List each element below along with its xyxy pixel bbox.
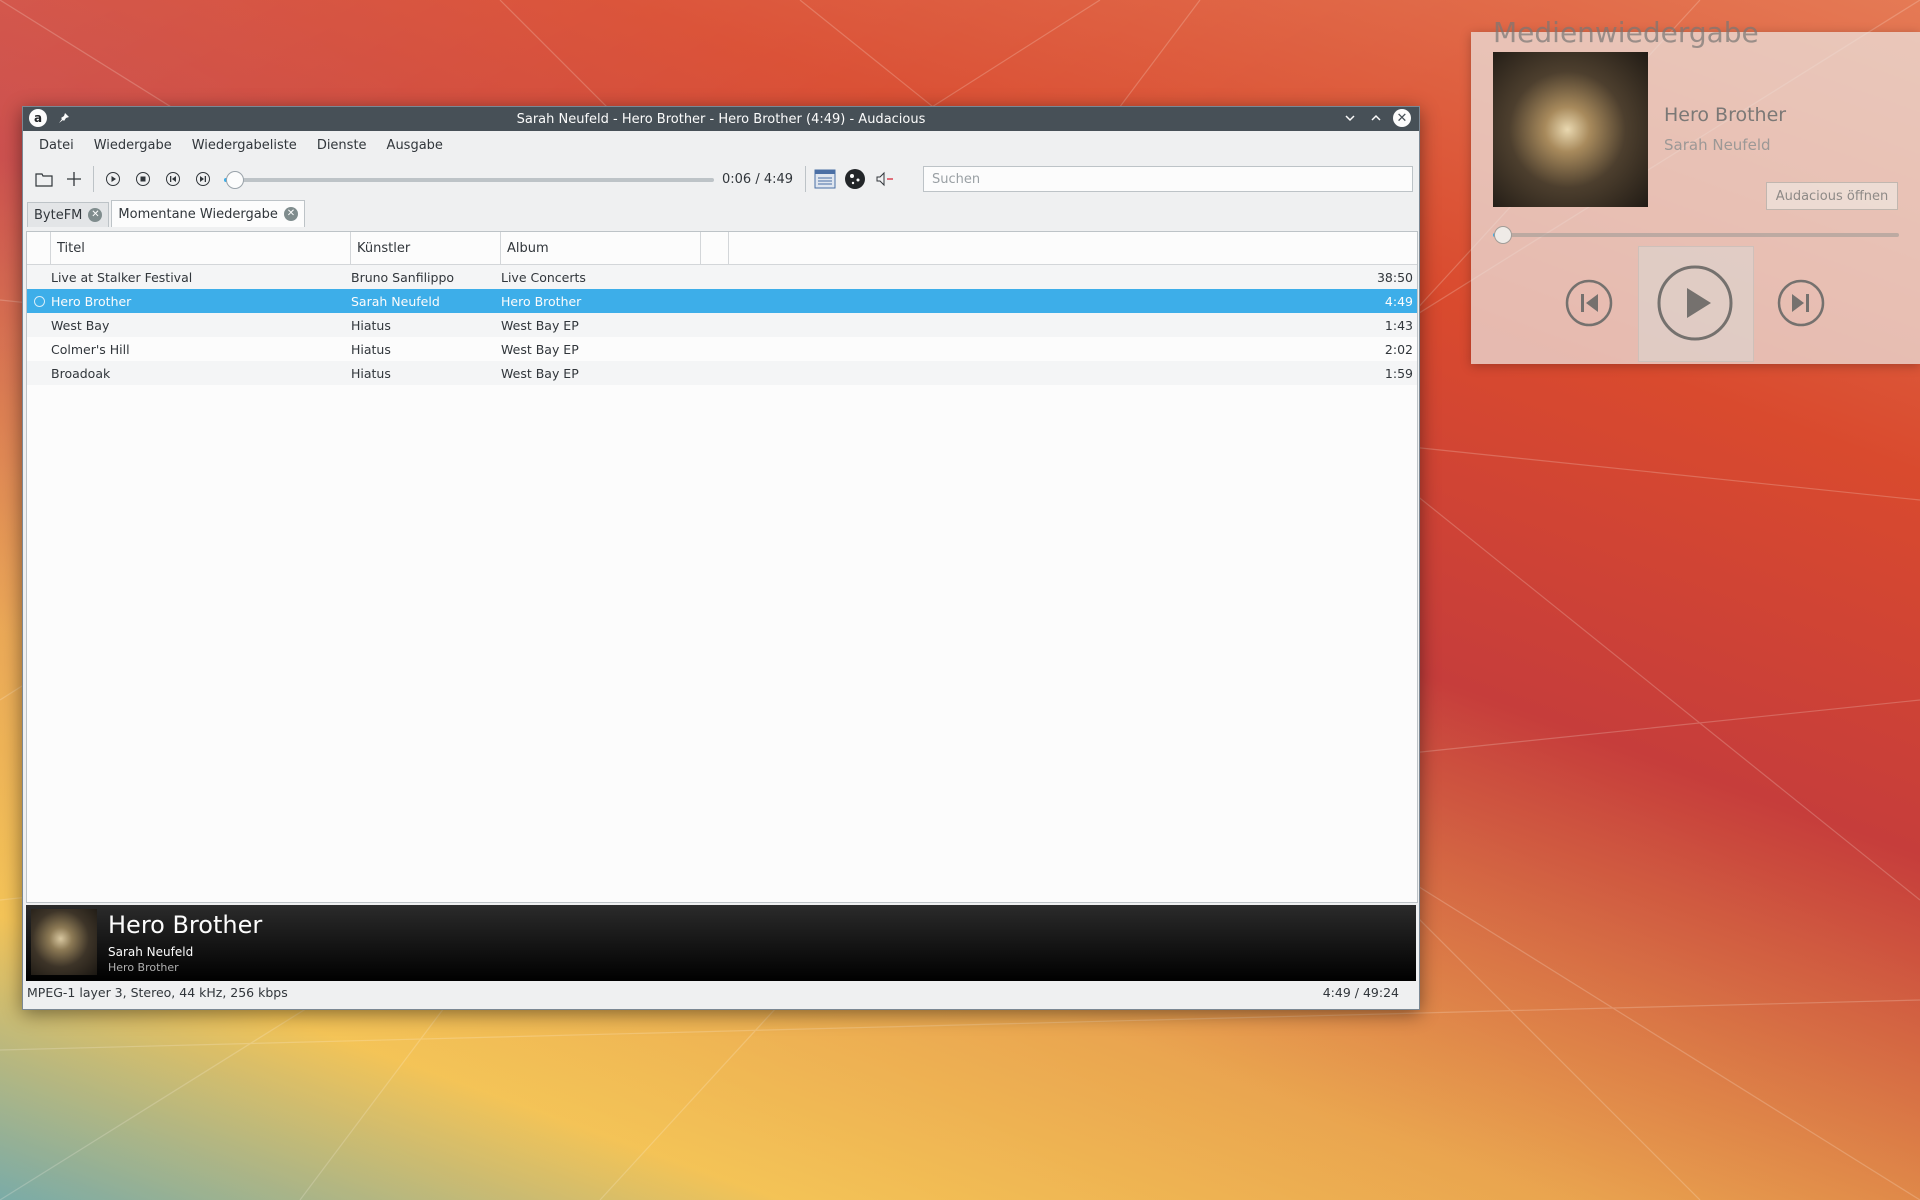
row-album: Hero Brother <box>501 293 582 309</box>
widget-next-icon[interactable] <box>1769 271 1833 335</box>
row-length: 2:02 <box>1384 341 1413 357</box>
playlist-header: Titel Künstler Album <box>27 232 1417 265</box>
status-format: MPEG-1 layer 3, Stereo, 44 kHz, 256 kbps <box>27 985 288 1000</box>
tab-close-icon[interactable]: ✕ <box>88 208 103 222</box>
table-row[interactable]: Broadoak Hiatus West Bay EP 1:59 <box>27 361 1417 385</box>
widget-play-icon[interactable] <box>1653 261 1737 345</box>
minimize-icon[interactable] <box>1341 109 1359 127</box>
playlist-tabs: ByteFM ✕ Momentane Wiedergabe ✕ <box>23 199 1419 227</box>
row-length: 1:43 <box>1384 317 1413 333</box>
status-bar: MPEG-1 layer 3, Stereo, 44 kHz, 256 kbps… <box>27 985 1399 1000</box>
table-row[interactable]: Colmer's Hill Hiatus West Bay EP 2:02 <box>27 337 1417 361</box>
info-artist: Sarah Neufeld <box>108 945 194 959</box>
status-total-time: 4:49 / 49:24 <box>1322 985 1399 1000</box>
menu-dienste[interactable]: Dienste <box>307 134 377 157</box>
tab-close-icon[interactable]: ✕ <box>283 207 298 221</box>
media-controller-widget: Medienwiedergabe Hero Brother Sarah Neuf… <box>1471 16 1920 364</box>
info-album: Hero Brother <box>108 961 179 974</box>
stop-icon[interactable] <box>128 165 158 193</box>
widget-artist: Sarah Neufeld <box>1664 136 1771 154</box>
row-title: Broadoak <box>51 365 111 381</box>
row-indicator <box>27 295 51 307</box>
playlist-rows: Live at Stalker Festival Bruno Sanfilipp… <box>27 265 1417 385</box>
row-album: Live Concerts <box>501 269 586 285</box>
row-artist: Bruno Sanfilippo <box>351 269 455 285</box>
menu-wiedergabeliste[interactable]: Wiedergabeliste <box>182 134 307 157</box>
row-length: 1:59 <box>1384 365 1413 381</box>
tab-momentane-wiedergabe[interactable]: Momentane Wiedergabe ✕ <box>111 200 305 227</box>
menu-wiedergabe[interactable]: Wiedergabe <box>84 134 182 157</box>
play-icon[interactable] <box>98 165 128 193</box>
row-title: Colmer's Hill <box>51 341 130 357</box>
tab-label: Momentane Wiedergabe <box>118 206 278 222</box>
info-title: Hero Brother <box>108 911 263 939</box>
row-artist: Sarah Neufeld <box>351 293 440 309</box>
header-kuenstler[interactable]: Künstler <box>351 232 501 264</box>
header-album[interactable]: Album <box>501 232 701 264</box>
row-length: 4:49 <box>1384 293 1413 309</box>
now-playing-icon <box>33 295 45 307</box>
tab-bytefm[interactable]: ByteFM ✕ <box>27 202 110 227</box>
pin-icon[interactable] <box>55 109 73 127</box>
open-folder-icon[interactable] <box>29 165 59 193</box>
volume-muted-icon[interactable] <box>870 165 900 193</box>
widget-seek-handle[interactable] <box>1493 226 1512 244</box>
row-artist: Hiatus <box>351 341 391 357</box>
row-album: West Bay EP <box>501 317 579 333</box>
playlist-table: Titel Künstler Album Live at Stalker Fes… <box>26 231 1418 903</box>
window-title: Sarah Neufeld - Hero Brother - Hero Brot… <box>516 111 926 127</box>
header-titel[interactable]: Titel <box>51 232 351 264</box>
toolbar: 0:06 / 4:49 <box>23 159 1419 199</box>
time-display: 0:06 / 4:49 <box>722 171 794 187</box>
open-audacious-button[interactable]: Audacious öffnen <box>1766 182 1898 210</box>
table-row[interactable]: West Bay Hiatus West Bay EP 1:43 <box>27 313 1417 337</box>
toolbar-separator <box>805 166 807 192</box>
menu-bar: Datei Wiedergabe Wiedergabeliste Dienste… <box>23 131 1419 159</box>
header-indicator[interactable] <box>27 232 51 264</box>
row-artist: Hiatus <box>351 365 391 381</box>
row-album: West Bay EP <box>501 341 579 357</box>
row-artist: Hiatus <box>351 317 391 333</box>
add-icon[interactable] <box>59 165 89 193</box>
widget-seek-slider[interactable] <box>1493 225 1899 245</box>
table-row[interactable]: Live at Stalker Festival Bruno Sanfilipp… <box>27 265 1417 289</box>
audacious-window: a Sarah Neufeld - Hero Brother - Hero Br… <box>22 106 1420 1010</box>
row-length: 38:50 <box>1376 269 1413 285</box>
tab-label: ByteFM <box>34 207 83 223</box>
next-icon[interactable] <box>188 165 218 193</box>
playlist-view-icon[interactable] <box>810 165 840 193</box>
widget-album-art <box>1493 52 1648 207</box>
now-playing-info: Hero Brother Sarah Neufeld Hero Brother <box>26 905 1416 981</box>
row-album: West Bay EP <box>501 365 579 381</box>
widget-title: Hero Brother <box>1664 104 1787 126</box>
row-title: Hero Brother <box>51 293 132 309</box>
search-input[interactable] <box>923 166 1413 192</box>
header-empty[interactable] <box>701 232 729 264</box>
row-title: Live at Stalker Festival <box>51 269 193 285</box>
widget-previous-icon[interactable] <box>1557 271 1621 335</box>
table-row[interactable]: Hero Brother Sarah Neufeld Hero Brother … <box>27 289 1417 313</box>
widget-header: Medienwiedergabe <box>1493 16 1759 49</box>
close-icon[interactable]: ✕ <box>1393 109 1411 127</box>
maximize-icon[interactable] <box>1367 109 1385 127</box>
previous-icon[interactable] <box>158 165 188 193</box>
toolbar-separator <box>93 166 94 192</box>
menu-ausgabe[interactable]: Ausgabe <box>377 134 453 157</box>
row-title: West Bay <box>51 317 110 333</box>
title-bar[interactable]: a Sarah Neufeld - Hero Brother - Hero Br… <box>23 107 1419 131</box>
seek-handle[interactable] <box>226 171 245 189</box>
header-length[interactable] <box>729 232 1417 264</box>
album-art <box>31 909 97 975</box>
seek-slider[interactable] <box>224 169 714 189</box>
menu-datei[interactable]: Datei <box>29 134 84 157</box>
visualization-icon[interactable] <box>840 165 870 193</box>
audacious-logo-icon[interactable]: a <box>29 109 47 127</box>
